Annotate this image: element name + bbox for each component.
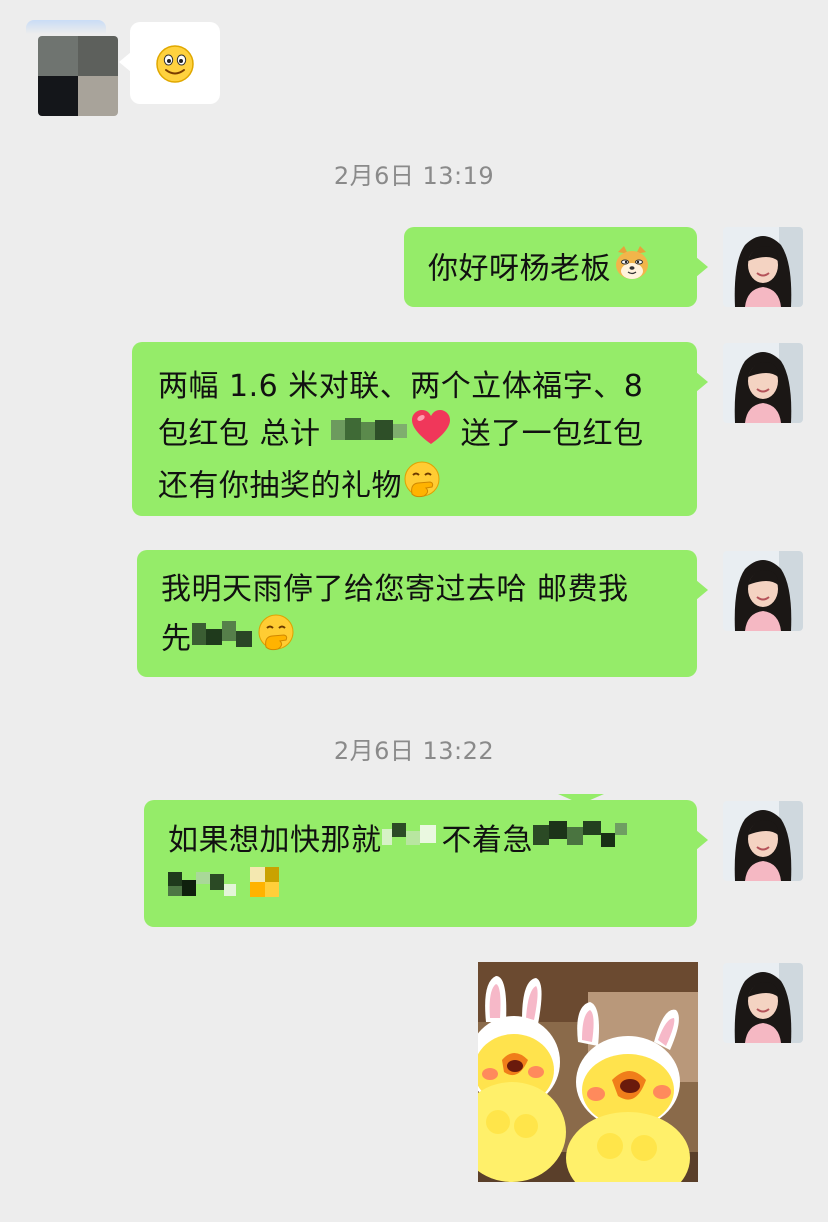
contact-avatar[interactable] [38,36,118,116]
redacted-text [191,617,256,663]
my-avatar[interactable] [723,801,803,881]
message-text: 还有你抽奖的礼物 [158,468,402,504]
message-text: 如果想加快那就 [168,823,382,858]
redacted-emoji [248,865,282,913]
face-with-hand-over-mouth-emoji-icon [402,460,442,514]
redacted-text [168,866,238,912]
sent-message-bubble[interactable]: 两幅 1.6 米对联、两个立体福字、8 包红包 总计 送了一包红包 还有你抽奖的… [132,342,708,516]
timestamp: 2月6日 13:22 [333,737,495,765]
message-text: 送了一包红包 [460,416,644,452]
red-heart-emoji-icon [411,410,451,460]
my-avatar[interactable] [723,343,803,423]
timestamp: 2月6日 13:19 [333,162,495,190]
face-with-hand-over-mouth-emoji-icon [256,613,296,667]
doge-emoji-icon [613,244,651,296]
redacted-text [533,819,629,865]
smiley-emoji-icon [155,44,195,98]
my-avatar[interactable] [723,963,803,1043]
message-text: 先 [161,621,192,657]
sent-message-bubble[interactable]: 你好呀杨老板 [404,227,708,307]
sent-message-bubble[interactable]: 如果想加快那就 不着急 [144,800,708,927]
message-text: 两幅 1.6 米对联、两个立体福字、8 [158,369,644,404]
sent-message-bubble[interactable]: 我明天雨停了给您寄过去哈 邮费我 先 [137,550,708,677]
redacted-text [381,819,442,865]
contact-avatar-top-accent [26,20,106,34]
redacted-amount [330,412,411,458]
my-avatar[interactable] [723,551,803,631]
message-text: 你好呀杨老板 [428,251,611,287]
message-text: 我明天雨停了给您寄过去哈 邮费我 [161,572,629,607]
received-emoji-bubble[interactable] [119,22,220,104]
message-text: 包红包 总计 [158,416,321,452]
my-avatar[interactable] [723,227,803,307]
sticker-image[interactable] [478,962,698,1182]
message-text: 不着急 [441,823,533,858]
